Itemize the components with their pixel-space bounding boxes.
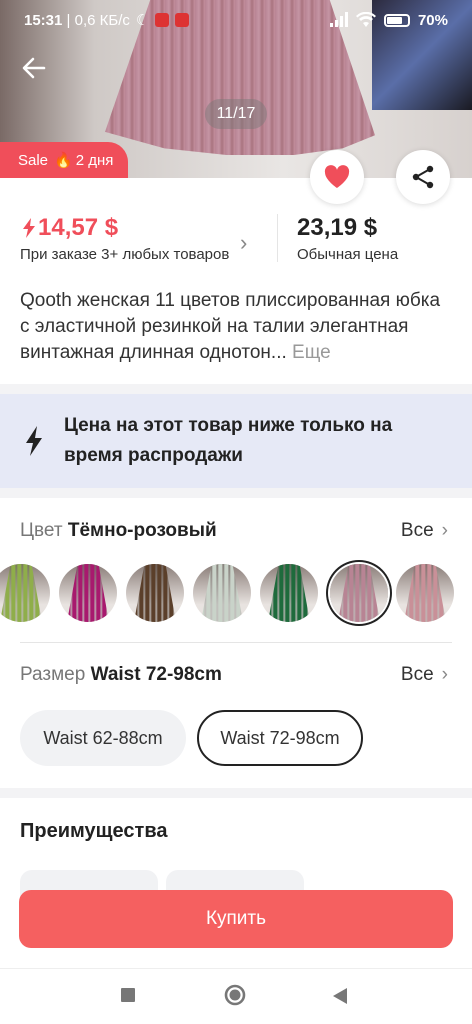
arrow-left-icon bbox=[22, 57, 46, 79]
sale-badge: Sale 🔥 2 дня bbox=[0, 142, 128, 178]
promo-price[interactable]: 14,57 $ bbox=[22, 214, 118, 242]
color-swatch-selected[interactable] bbox=[330, 564, 388, 622]
status-separator: | bbox=[62, 11, 75, 29]
color-swatch[interactable] bbox=[0, 564, 50, 622]
color-swatch-list bbox=[0, 564, 472, 624]
heart-icon bbox=[324, 165, 350, 188]
price-divider bbox=[277, 214, 278, 262]
size-all-button[interactable]: Все › bbox=[401, 664, 448, 686]
section-divider bbox=[0, 488, 472, 498]
share-icon bbox=[412, 165, 434, 189]
notification-icon bbox=[155, 13, 170, 27]
system-nav-bar bbox=[0, 968, 472, 1024]
size-option-label: Размер Waist 72-98cm bbox=[20, 664, 222, 686]
color-all-label: Все bbox=[400, 520, 434, 541]
notification-icon bbox=[175, 13, 190, 27]
promo-price-note: При заказе 3+ любых товаров bbox=[20, 246, 230, 263]
regular-price: 23,19 $ bbox=[297, 214, 378, 241]
swatch-image bbox=[201, 564, 243, 622]
regular-price-note: Обычная цена bbox=[297, 246, 399, 263]
more-link[interactable]: Еще bbox=[292, 342, 331, 363]
size-label: Размер bbox=[20, 664, 86, 685]
square-icon bbox=[121, 988, 135, 1002]
selected-color: Тёмно-розовый bbox=[67, 520, 217, 541]
swatch-image bbox=[338, 564, 380, 622]
section-divider bbox=[0, 788, 472, 798]
status-right: 70% bbox=[328, 12, 448, 29]
recent-apps-button[interactable] bbox=[120, 987, 136, 1008]
bolt-icon bbox=[26, 426, 42, 456]
color-swatch[interactable] bbox=[126, 564, 184, 622]
promo-price-value: 14,57 $ bbox=[38, 214, 119, 241]
product-title[interactable]: Qooth женская 11 цветов плиссированная ю… bbox=[20, 288, 452, 366]
banner-text: Цена на этот товар ниже только на время … bbox=[64, 415, 393, 466]
chevron-right-icon: › bbox=[441, 664, 448, 685]
swatch-image bbox=[67, 564, 109, 622]
wifi-icon bbox=[355, 12, 376, 27]
triangle-left-icon bbox=[333, 988, 347, 1004]
signal-icon bbox=[329, 12, 348, 27]
sale-duration: 2 дня bbox=[75, 151, 114, 169]
share-button[interactable] bbox=[396, 150, 450, 204]
status-bar: 15:31 | 0,6 КБ/с ☾ 70% bbox=[0, 0, 472, 40]
size-all-label: Все bbox=[400, 664, 434, 685]
color-option-label: Цвет Тёмно-розовый bbox=[20, 520, 217, 542]
color-swatch[interactable] bbox=[260, 564, 318, 622]
swatch-image bbox=[268, 564, 310, 622]
gallery-counter: 11/17 bbox=[205, 99, 267, 129]
swatch-image bbox=[0, 564, 42, 622]
network-speed: 0,6 КБ/с bbox=[74, 11, 130, 29]
favorite-button[interactable] bbox=[310, 150, 364, 204]
color-swatch[interactable] bbox=[396, 564, 454, 622]
benefits-title: Преимущества bbox=[20, 820, 168, 842]
buy-button[interactable]: Купить bbox=[19, 890, 453, 948]
fire-icon: 🔥 bbox=[54, 152, 73, 169]
chevron-right-icon[interactable]: › bbox=[240, 230, 247, 256]
home-button[interactable] bbox=[224, 984, 246, 1011]
status-time: 15:31 bbox=[24, 11, 63, 29]
swatch-image bbox=[404, 564, 446, 622]
chevron-right-icon: › bbox=[441, 520, 448, 541]
sale-info-banner: Цена на этот товар ниже только на время … bbox=[0, 394, 472, 488]
bolt-icon bbox=[23, 218, 35, 238]
back-nav-button[interactable] bbox=[332, 987, 348, 1010]
moon-icon: ☾ bbox=[135, 12, 150, 29]
size-chip[interactable]: Waist 62-88cm bbox=[20, 710, 186, 766]
size-chip-selected[interactable]: Waist 72-98cm bbox=[197, 710, 363, 766]
battery-icon bbox=[383, 13, 410, 27]
option-divider bbox=[20, 642, 452, 643]
color-label: Цвет bbox=[20, 520, 63, 541]
color-swatch[interactable] bbox=[193, 564, 251, 622]
swatch-image bbox=[134, 564, 176, 622]
sale-label: Sale bbox=[18, 151, 49, 169]
color-all-button[interactable]: Все › bbox=[401, 520, 448, 542]
section-divider bbox=[0, 384, 472, 394]
color-swatch[interactable] bbox=[59, 564, 117, 622]
product-title-text: Qooth женская 11 цветов плиссированная ю… bbox=[20, 290, 441, 363]
price-section: 14,57 $ При заказе 3+ любых товаров › 23… bbox=[0, 208, 472, 268]
circle-icon bbox=[224, 984, 246, 1006]
selected-size: Waist 72-98cm bbox=[90, 664, 222, 685]
battery-percent: 70% bbox=[417, 11, 448, 29]
back-button[interactable] bbox=[18, 52, 50, 84]
